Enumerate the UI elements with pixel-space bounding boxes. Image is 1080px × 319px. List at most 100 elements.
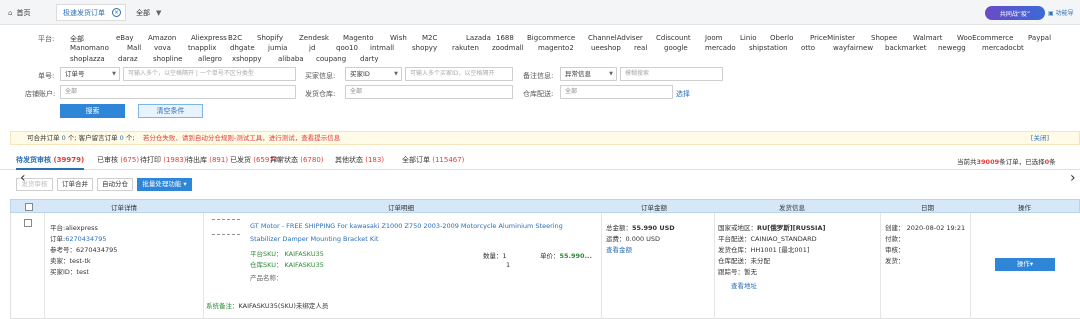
close-icon[interactable]: × bbox=[112, 8, 121, 17]
view-amount-link[interactable]: 查看金额 bbox=[606, 244, 632, 254]
platform-option[interactable]: Linio bbox=[740, 34, 757, 42]
order-reference: 参考号：6270434795 bbox=[50, 246, 118, 254]
platform-option[interactable]: xshoppy bbox=[232, 55, 262, 63]
platform-option[interactable]: Amazon bbox=[148, 34, 176, 42]
platform-option[interactable]: dhgate bbox=[230, 44, 255, 52]
platform-option[interactable]: zoodmall bbox=[492, 44, 524, 52]
platform-option[interactable]: shipstation bbox=[749, 44, 788, 52]
status-tab[interactable]: 异常状态 (6780) bbox=[270, 155, 324, 165]
buyer-search-input[interactable]: 可输入多个买家ID，以空格隔开 bbox=[405, 67, 513, 81]
platform-option[interactable]: Joom bbox=[705, 34, 722, 42]
platform-option[interactable]: 全部 bbox=[70, 34, 84, 44]
platform-option[interactable]: shoplazza bbox=[70, 55, 105, 63]
tab-home[interactable]: ⌂ 首页 bbox=[8, 4, 30, 21]
ship-method-select[interactable]: 全部 bbox=[560, 85, 673, 99]
platform-option[interactable]: Wish bbox=[390, 34, 407, 42]
notice-close-link[interactable]: [关闭] bbox=[1031, 132, 1049, 144]
row-checkbox[interactable] bbox=[24, 219, 32, 227]
platform-option[interactable]: PriceMinister bbox=[810, 34, 855, 42]
tab-all-dropdown[interactable]: 全部 ▼ bbox=[136, 4, 165, 21]
feature-guide-link[interactable]: ▣ 功能导 bbox=[1048, 8, 1074, 17]
status-tab[interactable]: 全部订单 (115467) bbox=[402, 155, 464, 165]
platform-option[interactable]: jd bbox=[309, 44, 315, 52]
view-address-link[interactable]: 查看地址 bbox=[731, 280, 757, 290]
platform-option[interactable]: allegro bbox=[198, 55, 222, 63]
platform-option[interactable]: Zendesk bbox=[299, 34, 329, 42]
platform-option[interactable]: Lazada bbox=[466, 34, 491, 42]
platform-option[interactable]: qoo10 bbox=[336, 44, 358, 52]
platform-option[interactable]: daraz bbox=[118, 55, 138, 63]
platform-option[interactable]: otto bbox=[801, 44, 815, 52]
platform-option[interactable]: Shopify bbox=[257, 34, 283, 42]
search-button[interactable]: 搜索 bbox=[60, 104, 125, 118]
platform-option[interactable]: Paypal bbox=[1028, 34, 1051, 42]
merge-orders-button[interactable]: 订单合并 bbox=[57, 178, 93, 191]
order-search-input[interactable]: 可输入多个，以空格隔开 | 一个单号不区分类型 bbox=[123, 67, 296, 81]
promo-badge[interactable]: 共同战“疫” bbox=[985, 6, 1045, 20]
status-tab[interactable]: 待打印 (1983) bbox=[140, 155, 187, 165]
status-tab[interactable]: 待出库 (891) bbox=[186, 155, 228, 165]
platform-option[interactable]: Aliexpress bbox=[191, 34, 227, 42]
platform-option[interactable]: google bbox=[664, 44, 688, 52]
platform-option[interactable]: vova bbox=[154, 44, 171, 52]
batch-actions-button[interactable]: 批量处理功能 ▾ bbox=[137, 178, 192, 191]
platform-option[interactable]: newegg bbox=[938, 44, 966, 52]
platform-option[interactable]: backmarket bbox=[885, 44, 926, 52]
ship-method-choose-link[interactable]: 选择 bbox=[676, 89, 690, 99]
platform-option[interactable]: WooEcommerce bbox=[957, 34, 1013, 42]
warehouse-sku[interactable]: 仓库SKU： KAIFASKU35 bbox=[250, 259, 324, 269]
platform-option[interactable]: real bbox=[634, 44, 647, 52]
order-platform: 平台:aliexpress bbox=[50, 224, 98, 232]
chevron-right-icon[interactable]: › bbox=[1070, 170, 1076, 186]
platform-option[interactable]: Manomano bbox=[70, 44, 109, 52]
platform-option[interactable]: darty bbox=[360, 55, 379, 63]
product-title-line2[interactable]: Stabilizer Damper Mounting Bracket Kit bbox=[250, 235, 378, 243]
order-type-select[interactable]: 订单号 ▼ bbox=[60, 67, 120, 81]
product-thumbnail[interactable] bbox=[212, 219, 240, 235]
platform-option[interactable]: alibaba bbox=[278, 55, 304, 63]
platform-option[interactable]: mercado bbox=[705, 44, 736, 52]
warehouse-select[interactable]: 全部 bbox=[345, 85, 513, 99]
platform-option[interactable]: Walmart bbox=[913, 34, 942, 42]
status-tab[interactable]: 待发货审核 (39979) bbox=[16, 155, 85, 170]
platform-option[interactable]: mercadocbt bbox=[982, 44, 1024, 52]
platform-option[interactable]: Shopee bbox=[871, 34, 897, 42]
platform-option[interactable]: B2C bbox=[228, 34, 242, 42]
platform-option[interactable]: Oberlo bbox=[770, 34, 793, 42]
status-tab[interactable]: 已审核 (675) bbox=[97, 155, 139, 165]
buyer-type-select[interactable]: 买家ID ▼ bbox=[345, 67, 402, 81]
warehouse-label: 发货仓库: bbox=[305, 90, 336, 98]
auto-warehouse-button[interactable]: 自动分仓 bbox=[97, 178, 133, 191]
status-tab[interactable]: 其他状态 (183) bbox=[335, 155, 384, 165]
platform-option[interactable]: magento2 bbox=[538, 44, 574, 52]
platform-option[interactable]: Cdiscount bbox=[656, 34, 691, 42]
order-number[interactable]: 订单:6270434795 bbox=[50, 233, 107, 243]
platform-option[interactable]: 1688 bbox=[496, 34, 514, 42]
select-all-checkbox[interactable] bbox=[25, 203, 33, 211]
platform-option[interactable]: rakuten bbox=[452, 44, 479, 52]
remark-type-select[interactable]: 异常信息 ▼ bbox=[560, 67, 617, 81]
platform-option[interactable]: jumia bbox=[268, 44, 287, 52]
platform-option[interactable]: intmall bbox=[370, 44, 394, 52]
platform-option[interactable]: M2C bbox=[422, 34, 437, 42]
shop-account-select[interactable]: 全部 bbox=[60, 85, 296, 99]
platform-option[interactable]: Mall bbox=[127, 44, 141, 52]
platform-option[interactable]: shopyy bbox=[412, 44, 437, 52]
tab-fast-ship-orders[interactable]: 极速发货订单 × bbox=[56, 4, 126, 21]
platform-option[interactable]: shopline bbox=[153, 55, 182, 63]
operation-dropdown-button[interactable]: 操作▾ bbox=[995, 258, 1055, 271]
platform-option[interactable]: wayfairnew bbox=[833, 44, 873, 52]
chevron-left-icon[interactable]: ‹ bbox=[20, 170, 26, 186]
clear-conditions-button[interactable]: 清空条件 bbox=[138, 104, 203, 118]
platform-option[interactable]: ueeshop bbox=[591, 44, 621, 52]
platform-option[interactable]: coupang bbox=[316, 55, 346, 63]
platform-option[interactable]: tnapplix bbox=[188, 44, 216, 52]
platform-option[interactable]: ChannelAdviser bbox=[588, 34, 643, 42]
platform-option[interactable]: Bigcommerce bbox=[527, 34, 575, 42]
platform-option[interactable]: eBay bbox=[116, 34, 134, 42]
remark-search-input[interactable]: 模糊搜索 bbox=[620, 67, 723, 81]
platform-option[interactable]: Magento bbox=[343, 34, 374, 42]
product-name: 产品名称： bbox=[250, 274, 283, 282]
product-title[interactable]: GT Motor - FREE SHIPPING For kawasaki Z1… bbox=[250, 222, 563, 230]
platform-label: 平台: bbox=[38, 35, 55, 43]
